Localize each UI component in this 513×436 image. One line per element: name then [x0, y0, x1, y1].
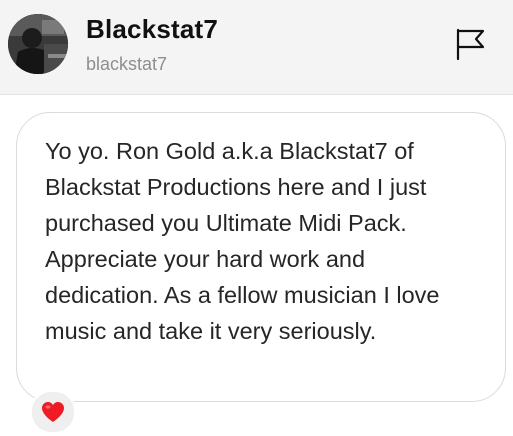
message-bubble[interactable]: Yo yo. Ron Gold a.k.a Blackstat7 of Blac…	[16, 112, 506, 402]
red-heart-icon	[42, 402, 64, 422]
report-button[interactable]	[450, 24, 490, 64]
profile-photo	[8, 14, 68, 74]
conversation-header: Blackstat7 blackstat7	[0, 0, 513, 95]
avatar[interactable]	[8, 14, 68, 74]
username[interactable]: blackstat7	[86, 54, 167, 75]
message-text: Yo yo. Ron Gold a.k.a Blackstat7 of Blac…	[45, 138, 440, 344]
flag-outline-icon	[456, 28, 485, 61]
display-name[interactable]: Blackstat7	[86, 14, 218, 45]
heart-reaction[interactable]	[30, 390, 76, 434]
